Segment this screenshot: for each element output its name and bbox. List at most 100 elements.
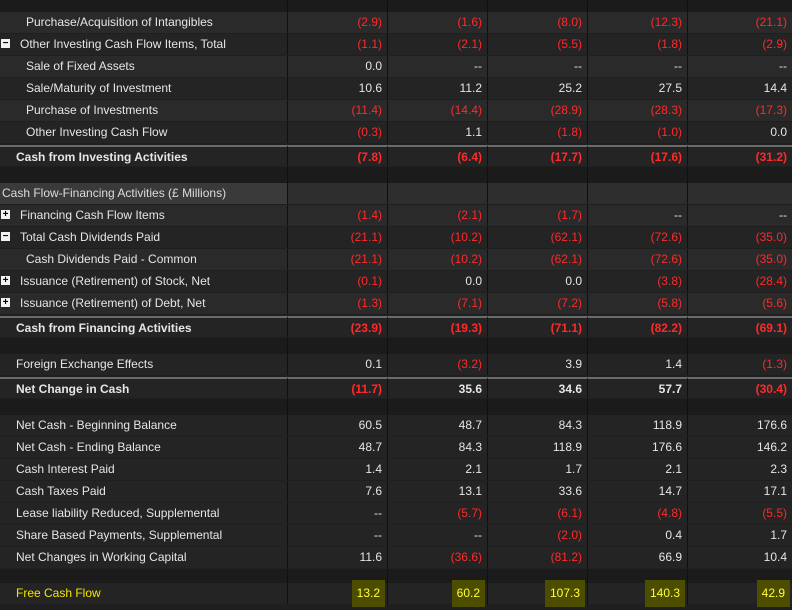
cash-flow-grid: Purchase/Acquisition of Intangibles (2.9)… xyxy=(0,0,792,610)
value-cell: (11.4) xyxy=(288,100,388,121)
row-label: + Financing Cash Flow Items xyxy=(0,205,288,226)
value-cell: (28.3) xyxy=(588,100,688,121)
collapse-icon[interactable]: − xyxy=(1,39,10,49)
value-cell: -- xyxy=(779,59,787,73)
table-row: Purchase/Acquisition of Intangibles (2.9)… xyxy=(0,12,792,33)
value-cell: 34.6 xyxy=(488,377,588,398)
value-cell: 1.7 xyxy=(770,528,787,542)
table-row: Cash Dividends Paid - Common (21.1) (10.2)… xyxy=(0,249,792,270)
row-label: + Issuance (Retirement) of Stock, Net xyxy=(0,271,288,292)
value-cell: 146.2 xyxy=(756,440,787,454)
row-label-text: Purchase/Acquisition of Intangibles xyxy=(26,15,213,29)
spacer-label-cell xyxy=(0,167,288,183)
value-cell: (21.1) xyxy=(755,15,787,29)
value-cell: (2.0) xyxy=(488,525,588,546)
table-row: Net Cash - Ending Balance 48.7 84.3 118.9 17… xyxy=(0,437,792,458)
value-cell: 0.0 xyxy=(770,125,787,139)
value-cell: (8.0) xyxy=(488,12,588,33)
spacer-value-cell xyxy=(488,0,588,12)
row-label-text: Net Changes in Working Capital xyxy=(16,550,187,564)
spacer-row xyxy=(0,0,792,12)
expand-icon[interactable]: + xyxy=(1,298,10,308)
spacer-value-cell xyxy=(688,167,792,183)
row-label: + Issuance (Retirement) of Debt, Net xyxy=(0,293,288,314)
row-label: Cash Interest Paid xyxy=(0,459,288,480)
collapse-icon[interactable]: − xyxy=(1,232,10,242)
table-row: Purchase of Investments (11.4) (14.4) (28.9… xyxy=(0,100,792,121)
row-label-text: Cash from Financing Activities xyxy=(16,321,192,335)
spacer-value-cell xyxy=(388,167,488,183)
row-label-text: Total Cash Dividends Paid xyxy=(20,230,161,244)
value-cell: 1.7 xyxy=(488,459,588,480)
value-cell: 1.4 xyxy=(588,354,688,375)
row-label: − Total Cash Dividends Paid xyxy=(0,227,288,248)
row-label-text: Sale/Maturity of Investment xyxy=(26,81,172,95)
value-cell: (1.8) xyxy=(588,34,688,55)
row-label-text: Issuance (Retirement) of Stock, Net xyxy=(20,274,211,288)
spacer-value-cell xyxy=(588,167,688,183)
table-row: Sale of Fixed Assets 0.0 -- -- -- -- xyxy=(0,56,792,77)
value-cell: (7.2) xyxy=(488,293,588,314)
spacer-value-cell xyxy=(288,0,388,12)
spacer-value-cell xyxy=(588,399,688,415)
row-label-text: Net Change in Cash xyxy=(16,382,130,396)
row-label-text: Cash Flow-Financing Activities (£ Millio… xyxy=(2,186,227,200)
value-cell: 48.7 xyxy=(288,437,388,458)
row-label-text: Free Cash Flow xyxy=(16,586,101,600)
row-label: Free Cash Flow xyxy=(0,583,288,604)
row-label: Cash Taxes Paid xyxy=(0,481,288,502)
value-cell: -- xyxy=(388,56,488,77)
row-label: Net Cash - Ending Balance xyxy=(0,437,288,458)
value-cell: 10.4 xyxy=(763,550,787,564)
value-cell: (1.0) xyxy=(588,122,688,143)
value-cell: (12.3) xyxy=(588,12,688,33)
value-cell xyxy=(588,183,688,204)
section-header-row: Cash Flow-Financing Activities (£ Millio… xyxy=(0,183,792,204)
value-cell: (82.2) xyxy=(588,316,688,337)
row-label-text: Cash from Investing Activities xyxy=(16,150,188,164)
value-cell: -- xyxy=(588,56,688,77)
table-row: Free Cash Flow 13.2 60.2 107.3 140.3 42.9 xyxy=(0,583,792,604)
spacer-row xyxy=(0,569,792,583)
value-cell: (4.8) xyxy=(588,503,688,524)
value-cell: 13.1 xyxy=(388,481,488,502)
value-cell: 0.0 xyxy=(288,56,388,77)
value-cell: (19.3) xyxy=(388,316,488,337)
spacer-value-cell xyxy=(288,338,388,354)
value-cell: (3.2) xyxy=(388,354,488,375)
spacer-value-cell xyxy=(388,399,488,415)
row-label: Share Based Payments, Supplemental xyxy=(0,525,288,546)
value-cell: (21.1) xyxy=(288,249,388,270)
row-label-text: Net Cash - Beginning Balance xyxy=(16,418,177,432)
row-label: Foreign Exchange Effects xyxy=(0,354,288,375)
value-cell: (1.8) xyxy=(488,122,588,143)
value-cell: 35.6 xyxy=(388,377,488,398)
value-cell: 176.6 xyxy=(588,437,688,458)
value-cell: (17.6) xyxy=(588,145,688,166)
expand-icon[interactable]: + xyxy=(1,210,10,220)
value-cell: (62.1) xyxy=(488,249,588,270)
value-cell: 0.0 xyxy=(488,271,588,292)
table-row: Sale/Maturity of Investment 10.6 11.2 25.2 2… xyxy=(0,78,792,99)
value-cell: 11.2 xyxy=(388,78,488,99)
table-row: Foreign Exchange Effects 0.1 (3.2) 3.9 1.4 (1… xyxy=(0,354,792,375)
value-cell: -- xyxy=(388,525,488,546)
value-cell: (10.2) xyxy=(388,249,488,270)
value-cell: 57.7 xyxy=(588,377,688,398)
table-row: Share Based Payments, Supplemental -- -- (2… xyxy=(0,525,792,546)
table-row: − Other Investing Cash Flow Items, Total(… xyxy=(0,34,792,55)
spacer-row xyxy=(0,167,792,183)
value-cell: -- xyxy=(288,503,388,524)
table-row: + Issuance (Retirement) of Stock, Net (0.1… xyxy=(0,271,792,292)
spacer-value-cell xyxy=(588,569,688,583)
row-label-text: Cash Taxes Paid xyxy=(16,484,106,498)
row-label: Cash from Financing Activities xyxy=(0,316,288,337)
value-cell: (5.5) xyxy=(762,506,787,520)
value-cell: (28.9) xyxy=(488,100,588,121)
expand-icon[interactable]: + xyxy=(1,276,10,286)
value-cell: (28.4) xyxy=(755,274,787,288)
value-cell: 2.1 xyxy=(588,459,688,480)
value-cell: (10.2) xyxy=(388,227,488,248)
value-cell: 0.1 xyxy=(288,354,388,375)
value-cell: 10.6 xyxy=(288,78,388,99)
